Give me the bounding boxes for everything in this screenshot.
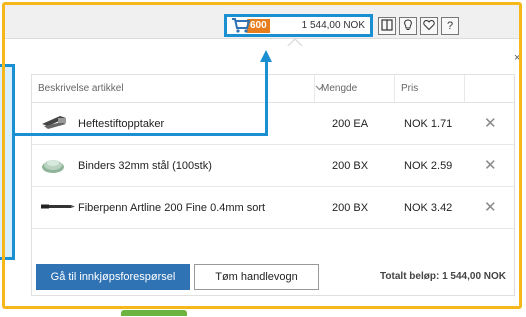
screenshot-stage: 600 1 544,00 NOK ? × Beskrivelse artikke… bbox=[0, 0, 526, 317]
background-button-edge bbox=[121, 310, 187, 316]
highlight-frame bbox=[2, 2, 522, 309]
